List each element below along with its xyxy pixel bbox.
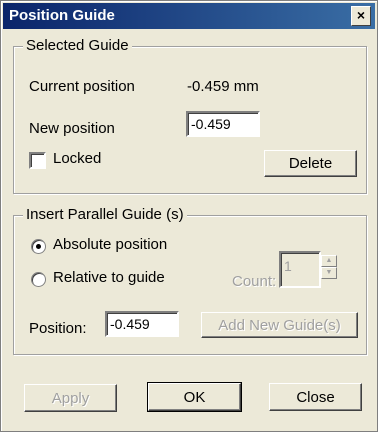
apply-button[interactable]: Apply: [24, 384, 117, 412]
delete-button[interactable]: Delete: [264, 150, 357, 177]
count-spinner[interactable]: ▲ ▼: [321, 255, 337, 279]
locked-checkbox[interactable]: [29, 152, 46, 169]
close-button[interactable]: Close: [269, 383, 362, 411]
new-position-label: New position: [29, 120, 115, 137]
count-input[interactable]: 1: [279, 251, 321, 288]
spin-down-icon[interactable]: ▼: [321, 267, 337, 279]
new-position-input[interactable]: -0.459: [186, 111, 260, 137]
spin-up-icon[interactable]: ▲: [321, 255, 337, 267]
position-label: Position:: [29, 320, 87, 337]
current-position-label: Current position: [29, 78, 135, 95]
add-new-guides-button[interactable]: Add New Guide(s): [201, 312, 358, 338]
relative-to-guide-label: Relative to guide: [53, 269, 165, 286]
insert-parallel-legend: Insert Parallel Guide (s): [23, 206, 187, 223]
close-icon[interactable]: ×: [351, 6, 371, 26]
position-input[interactable]: -0.459: [105, 311, 179, 337]
ok-button[interactable]: OK: [147, 382, 242, 412]
title-bar[interactable]: Position Guide ×: [3, 3, 375, 29]
current-position-value: -0.459 mm: [187, 78, 259, 95]
window-title: Position Guide: [9, 7, 115, 24]
absolute-position-radio[interactable]: [31, 239, 46, 254]
position-guide-dialog: Position Guide × Selected Guide Current …: [0, 0, 378, 432]
radio-selected-dot: [36, 244, 41, 249]
locked-label: Locked: [53, 150, 102, 167]
absolute-position-label: Absolute position: [53, 236, 168, 253]
relative-to-guide-radio[interactable]: [31, 272, 46, 287]
selected-guide-legend: Selected Guide: [23, 37, 132, 54]
count-label: Count:: [232, 273, 277, 290]
